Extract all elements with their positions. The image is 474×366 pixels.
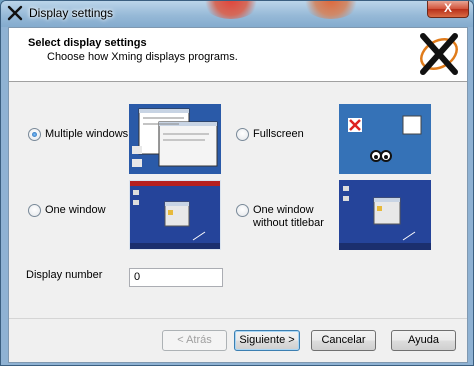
dialog-body: Select display settings Choose how Xming… <box>8 27 468 363</box>
radio-fullscreen[interactable]: Fullscreen <box>236 128 304 141</box>
radio-indicator[interactable] <box>236 128 249 141</box>
multiple-windows-preview <box>129 104 221 174</box>
window-title: Display settings <box>29 6 114 20</box>
wizard-header: Select display settings Choose how Xming… <box>9 28 467 82</box>
fullscreen-preview <box>339 104 431 174</box>
title-bar[interactable]: Display settings X <box>1 1 473 27</box>
radio-indicator[interactable] <box>236 204 249 217</box>
page-subtitle: Choose how Xming displays programs. <box>47 51 238 63</box>
radio-indicator[interactable] <box>28 128 41 141</box>
radio-label: Fullscreen <box>253 128 304 140</box>
display-number-input[interactable]: 0 <box>129 268 223 287</box>
dialog-window: Display settings X Select display settin… <box>0 0 474 366</box>
one-window-without-titlebar-preview <box>339 180 431 250</box>
display-number-label: Display number <box>26 269 103 281</box>
radio-multiple-windows[interactable]: Multiple windows <box>28 128 128 141</box>
radio-one-window[interactable]: One window <box>28 204 106 217</box>
radio-label: One window without titlebar <box>253 204 324 229</box>
back-button[interactable]: < Atrás <box>162 330 227 351</box>
radio-label: Multiple windows <box>45 128 129 140</box>
page-title: Select display settings <box>28 37 147 49</box>
background-blur <box>301 1 361 19</box>
radio-label: One window <box>45 204 106 216</box>
one-window-preview <box>129 180 221 250</box>
xming-logo-icon <box>420 33 458 75</box>
close-icon: X <box>443 1 452 15</box>
cancel-button[interactable]: Cancelar <box>311 330 376 351</box>
preview-image <box>339 180 431 250</box>
preview-image <box>129 104 221 174</box>
footer-divider <box>9 318 467 319</box>
preview-image <box>339 104 431 174</box>
radio-one-window-without-titlebar[interactable]: One window without titlebar <box>236 204 331 230</box>
preview-image <box>129 180 221 250</box>
xming-app-icon[interactable] <box>7 5 23 21</box>
background-blur <box>201 1 261 19</box>
next-button[interactable]: Siguiente > <box>234 330 300 351</box>
radio-indicator[interactable] <box>28 204 41 217</box>
close-button[interactable]: X <box>427 1 469 18</box>
help-button[interactable]: Ayuda <box>391 330 456 351</box>
